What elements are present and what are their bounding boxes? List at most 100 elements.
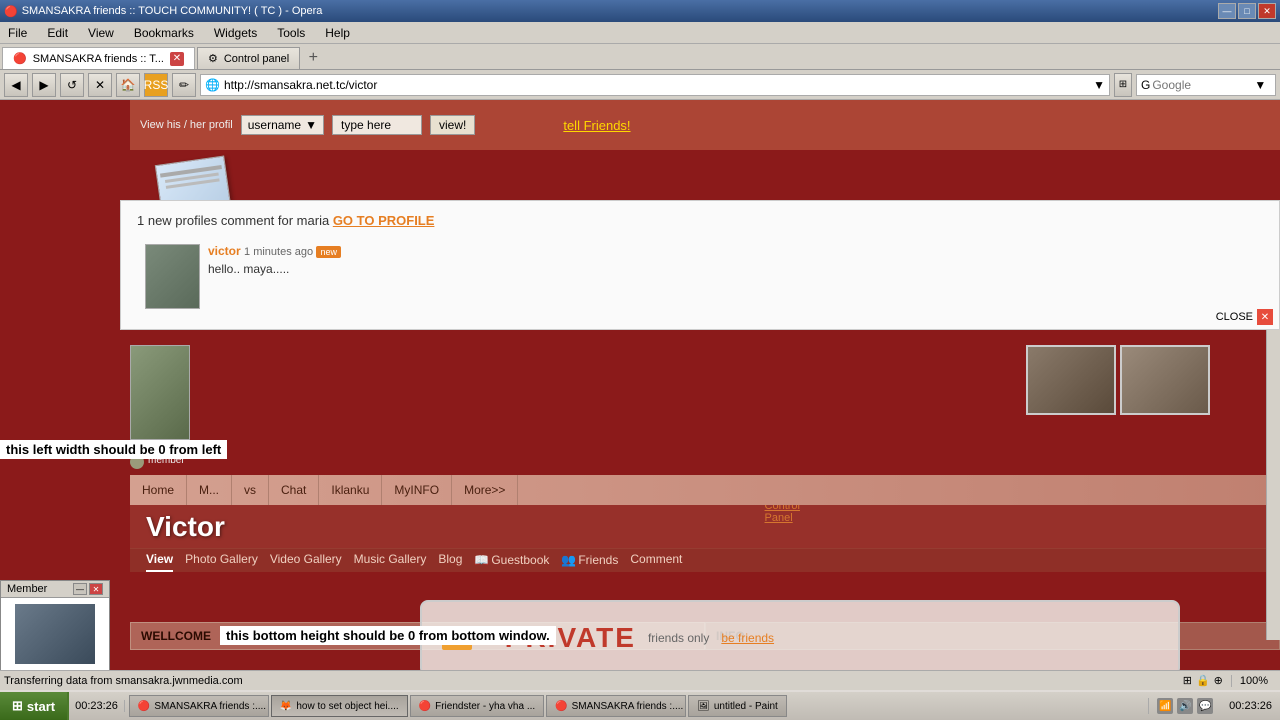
nav-myinfo[interactable]: MyINFO — [382, 475, 452, 505]
dropdown-arrow-icon: ▼ — [305, 118, 317, 132]
new-tab-button[interactable]: + — [302, 47, 324, 69]
profile-tab-view[interactable]: View — [146, 548, 173, 572]
start-button[interactable]: ⊞ start — [0, 692, 69, 720]
reload-button[interactable]: ↺ — [60, 73, 84, 97]
back-button[interactable]: ◀ — [4, 73, 28, 97]
panel-toggle[interactable]: ⊞ — [1114, 73, 1132, 97]
taskbar-icon-2: 🦊 — [280, 701, 292, 712]
address-input[interactable] — [224, 78, 1089, 92]
nav-m[interactable]: M... — [187, 475, 232, 505]
tab-bar: 🔴 SMANSAKRA friends :: T... ✕ ⚙ Control … — [0, 44, 1280, 70]
commenter-username[interactable]: victor — [208, 244, 241, 258]
browser-content: View his / her profil username ▼ view! t… — [0, 100, 1280, 670]
nav-chat[interactable]: Chat — [269, 475, 319, 505]
address-dropdown-icon[interactable]: ▼ — [1093, 78, 1105, 92]
member-panel-close[interactable]: ✕ — [89, 583, 103, 595]
sys-icon-2: 🔊 — [1177, 698, 1193, 714]
commenter-avatar — [145, 244, 200, 309]
zoom-level: 100% — [1231, 675, 1276, 687]
profile-tab-blog[interactable]: Blog — [438, 548, 462, 572]
profile-search-input[interactable] — [332, 115, 422, 135]
member-panel-title: Member — ✕ — [1, 581, 109, 598]
guestbook-icon: 📖 — [474, 553, 489, 567]
photo-thumb-1[interactable] — [1026, 345, 1116, 415]
left-annotation: this left width should be 0 from left — [0, 440, 227, 459]
profile-tab-friends-wrapper[interactable]: 👥 Friends — [561, 548, 618, 572]
profile-tab-music[interactable]: Music Gallery — [354, 548, 427, 572]
menu-bookmarks[interactable]: Bookmarks — [130, 24, 198, 42]
minimize-button[interactable]: — — [1218, 3, 1236, 19]
taskbar-item-4[interactable]: 🔴 SMANSAKRA friends :.... — [546, 695, 686, 717]
member-panel: Member — ✕ jakuulhast — [0, 580, 110, 670]
profile-tab-friends[interactable]: Friends — [578, 549, 618, 571]
search-engine-icon: G — [1141, 78, 1150, 92]
photo-thumb-2[interactable] — [1120, 345, 1210, 415]
view-button[interactable]: view! — [430, 115, 475, 135]
home-button[interactable]: 🏠 — [116, 73, 140, 97]
search-input[interactable] — [1152, 78, 1252, 92]
close-x-icon[interactable]: ✕ — [1257, 309, 1273, 325]
profile-tab-guestbook-wrapper[interactable]: 📖 Guestbook — [474, 548, 549, 572]
taskbar-item-2[interactable]: 🦊 how to set object hei.... — [271, 695, 408, 717]
menu-view[interactable]: View — [84, 24, 118, 42]
title-bar-controls: — □ ✕ — [1218, 3, 1276, 19]
menu-help[interactable]: Help — [321, 24, 354, 42]
start-icon: ⊞ — [12, 698, 23, 714]
profile-tab-comment[interactable]: Comment — [630, 548, 682, 572]
tab-label-2: Control panel — [224, 53, 289, 65]
be-friends-link[interactable]: be friends — [721, 631, 774, 645]
tab-smansakra[interactable]: 🔴 SMANSAKRA friends :: T... ✕ — [2, 47, 195, 69]
maximize-button[interactable]: □ — [1238, 3, 1256, 19]
profile-name-area: Victor — [130, 505, 1280, 549]
username-dropdown[interactable]: username ▼ — [241, 115, 324, 135]
search-bar: G ▼ — [1136, 74, 1276, 96]
photo-thumbnails — [1026, 345, 1210, 415]
site-nav: Home M... vs Chat Iklanku MyINFO More>> — [130, 475, 1280, 505]
member-panel-minimize[interactable]: — — [73, 583, 87, 595]
taskbar-icon-3: 🔴 — [419, 701, 431, 712]
member-panel-label: Member — [7, 583, 47, 595]
profile-tab-photo[interactable]: Photo Gallery — [185, 548, 258, 572]
member-panel-controls: — ✕ — [73, 583, 103, 595]
close-notification-button[interactable]: CLOSE ✕ — [1210, 305, 1279, 329]
forward-button[interactable]: ▶ — [32, 73, 56, 97]
address-bar[interactable]: 🌐 ▼ — [200, 74, 1110, 96]
username-label: username — [248, 118, 301, 132]
site-header: View his / her profil username ▼ view! t… — [130, 100, 1280, 150]
left-photo-thumb — [130, 345, 190, 440]
comment-body: victor 1 minutes ago new hello.. maya...… — [208, 244, 1255, 276]
status-icons: ⊞ 🔒 ⊕ — [1183, 674, 1223, 687]
taskbar-item-3[interactable]: 🔴 Friendster - yha vha ... — [410, 695, 545, 717]
tab-favicon-1: 🔴 — [13, 52, 27, 65]
nav-more[interactable]: More>> — [452, 475, 518, 505]
member-thumbnail-1 — [15, 604, 95, 664]
edit-button[interactable]: ✏ — [172, 73, 196, 97]
stop-button[interactable]: ✕ — [88, 73, 112, 97]
tell-friends-link[interactable]: tell Friends! — [563, 118, 630, 133]
menu-tools[interactable]: Tools — [273, 24, 309, 42]
taskbar-item-5[interactable]: 🖼 untitled - Paint — [688, 695, 787, 717]
menu-file[interactable]: File — [4, 24, 31, 42]
search-dropdown-icon[interactable]: ▼ — [1254, 78, 1266, 92]
nav-home[interactable]: Home — [130, 475, 187, 505]
tab-favicon-2: ⚙ — [208, 52, 218, 65]
start-label: start — [27, 699, 55, 714]
profile-tab-video[interactable]: Video Gallery — [270, 548, 342, 572]
profile-tab-guestbook[interactable]: Guestbook — [491, 549, 549, 571]
tab-close-1[interactable]: ✕ — [170, 52, 184, 66]
profile-name: Victor — [146, 511, 1264, 543]
view-profile-label: View his / her profil — [140, 119, 233, 131]
close-button[interactable]: ✕ — [1258, 3, 1276, 19]
taskbar: ⊞ start 00:23:26 🔴 SMANSAKRA friends :..… — [0, 690, 1280, 720]
tab-control-panel[interactable]: ⚙ Control panel — [197, 47, 300, 69]
menu-edit[interactable]: Edit — [43, 24, 72, 42]
status-icon-1: ⊞ — [1183, 674, 1192, 687]
go-to-profile-link[interactable]: GO TO PROFILE — [333, 213, 435, 228]
nav-vs[interactable]: vs — [232, 475, 269, 505]
menu-widgets[interactable]: Widgets — [210, 24, 261, 42]
bottom-annotation: this bottom height should be 0 from bott… — [220, 626, 556, 645]
taskbar-icon-1: 🔴 — [138, 701, 150, 712]
taskbar-item-1[interactable]: 🔴 SMANSAKRA friends :.... — [129, 695, 269, 717]
rss-button[interactable]: RSS — [144, 73, 168, 97]
nav-iklanku[interactable]: Iklanku — [319, 475, 382, 505]
